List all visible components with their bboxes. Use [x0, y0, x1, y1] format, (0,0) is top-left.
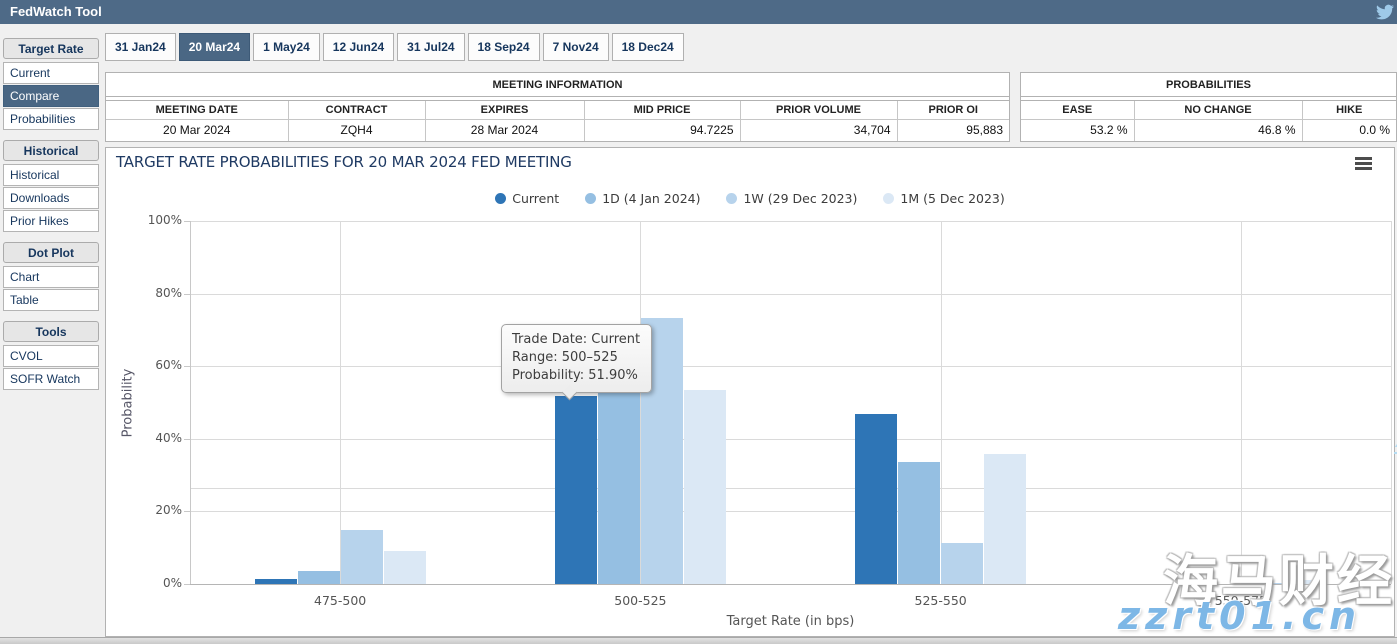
sidebar-section-tools: Tools	[3, 321, 99, 342]
meeting-information-title: MEETING INFORMATION	[106, 73, 1009, 97]
y-axis-tick-label: 20%	[138, 503, 182, 517]
col-hike: HIKE	[1302, 101, 1396, 120]
col-mid-price: MID PRICE	[584, 101, 740, 120]
gridline-horizontal	[190, 221, 1391, 222]
sidebar-item-cvol[interactable]: CVOL	[3, 345, 99, 367]
bar-1d-4-jan-2024-525-550[interactable]	[898, 462, 940, 584]
bar-1d-4-jan-2024-475-500[interactable]	[298, 571, 340, 584]
y-axis-tick-label: 40%	[138, 431, 182, 445]
tab-31-jan24[interactable]: 31 Jan24	[105, 33, 176, 61]
gridline-vertical	[1241, 221, 1242, 584]
sidebar-item-downloads[interactable]: Downloads	[3, 187, 99, 209]
gridline-horizontal	[190, 366, 1391, 367]
expires-value: 28 Mar 2024	[425, 120, 584, 141]
tab-7-nov24[interactable]: 7 Nov24	[543, 33, 609, 61]
tooltip-range: Range: 500–525	[512, 349, 640, 367]
col-meeting-date: MEETING DATE	[106, 101, 288, 120]
plot-right-border	[1391, 221, 1392, 584]
col-ease: EASE	[1021, 101, 1134, 120]
col-prior-volume: PRIOR VOLUME	[740, 101, 897, 120]
gridline-horizontal	[190, 511, 1391, 512]
bar-current-525-550[interactable]	[855, 414, 897, 584]
sidebar-section-dot-plot: Dot Plot	[3, 242, 99, 263]
tab-31-jul24[interactable]: 31 Jul24	[397, 33, 464, 61]
col-no-change: NO CHANGE	[1134, 101, 1302, 120]
y-axis-tick-label: 80%	[138, 286, 182, 300]
y-axis-title: Probability	[121, 368, 136, 437]
sidebar-item-table[interactable]: Table	[3, 289, 99, 311]
gridline-horizontal	[190, 439, 1391, 440]
x-axis-title: Target Rate (in bps)	[691, 614, 891, 629]
bar-1w-29-dec-2023-475-500[interactable]	[341, 530, 383, 584]
sidebar-section-target-rate: Target Rate	[3, 38, 99, 59]
tab-1-may24[interactable]: 1 May24	[253, 33, 320, 61]
sidebar-item-prior-hikes[interactable]: Prior Hikes	[3, 210, 99, 232]
bar-1w-29-dec-2023-525-550[interactable]	[941, 543, 983, 584]
sidebar-item-current[interactable]: Current	[3, 62, 99, 84]
x-axis-category-label: 475-500	[280, 593, 400, 608]
sidebar-item-historical[interactable]: Historical	[3, 164, 99, 186]
gridline-horizontal-extra	[190, 488, 1391, 489]
probabilities-panel: PROBABILITIES EASE NO CHANGE HIKE 53.2 %…	[1020, 72, 1397, 142]
chart-tooltip: Trade Date: Current Range: 500–525 Proba…	[501, 324, 652, 393]
site-url-watermark: zzrt01.cn	[1118, 594, 1361, 638]
sidebar-item-probabilities[interactable]: Probabilities	[3, 108, 99, 130]
meeting-information-panel: MEETING INFORMATION MEETING DATE CONTRAC…	[105, 72, 1010, 142]
probabilities-title: PROBABILITIES	[1021, 73, 1396, 97]
tooltip-probability: Probability: 51.90%	[512, 367, 640, 385]
date-tabs: 31 Jan2420 Mar241 May2412 Jun2431 Jul241…	[105, 33, 684, 61]
sidebar-section-historical: Historical	[3, 140, 99, 161]
prior-volume-value: 34,704	[740, 120, 897, 141]
y-axis-tick-label: 100%	[138, 213, 182, 227]
sidebar-item-compare[interactable]: Compare	[3, 85, 99, 107]
ease-value: 53.2 %	[1021, 120, 1134, 141]
col-prior-oi: PRIOR OI	[897, 101, 1009, 120]
bar-1m-5-dec-2023-525-550[interactable]	[984, 454, 1026, 584]
sidebar-item-sofr-watch[interactable]: SOFR Watch	[3, 368, 99, 390]
tab-12-jun24[interactable]: 12 Jun24	[323, 33, 394, 61]
sidebar: Target Rate CurrentCompareProbabilities Hi…	[3, 38, 99, 391]
col-contract: CONTRACT	[288, 101, 425, 120]
probabilities-table: EASE NO CHANGE HIKE 53.2 % 46.8 % 0.0 %	[1021, 101, 1396, 141]
col-expires: EXPIRES	[425, 101, 584, 120]
tooltip-trade-date: Trade Date: Current	[512, 331, 640, 349]
app-title: FedWatch Tool	[10, 4, 102, 19]
bar-current-475-500[interactable]	[255, 579, 297, 584]
bar-1d-4-jan-2024-500-525[interactable]	[598, 391, 640, 584]
bottom-scroll-strip[interactable]	[0, 637, 1397, 644]
tab-18-dec24[interactable]: 18 Dec24	[612, 33, 684, 61]
tab-20-mar24[interactable]: 20 Mar24	[179, 33, 250, 61]
prior-oi-value: 95,883	[897, 120, 1009, 141]
bar-current-500-525[interactable]	[555, 396, 597, 584]
contract-value: ZQH4	[288, 120, 425, 141]
x-axis-category-label: 525-550	[881, 593, 1001, 608]
tab-18-sep24[interactable]: 18 Sep24	[468, 33, 540, 61]
app-title-bar: FedWatch Tool	[0, 0, 1397, 24]
y-axis-tick-label: 0%	[138, 576, 182, 590]
bar-1m-5-dec-2023-475-500[interactable]	[384, 551, 426, 584]
hike-value: 0.0 %	[1302, 120, 1396, 141]
y-axis-line	[190, 221, 191, 584]
gridline-vertical	[941, 221, 942, 584]
meeting-information-table: MEETING DATE CONTRACT EXPIRES MID PRICE …	[106, 101, 1009, 141]
meeting-date-value: 20 Mar 2024	[106, 120, 288, 141]
bird-icon[interactable]	[1375, 3, 1395, 21]
y-axis-tick-label: 60%	[138, 358, 182, 372]
mid-price-value: 94.7225	[584, 120, 740, 141]
sidebar-item-chart[interactable]: Chart	[3, 266, 99, 288]
x-axis-category-label: 500-525	[580, 593, 700, 608]
gridline-horizontal	[190, 294, 1391, 295]
bar-1m-5-dec-2023-500-525[interactable]	[684, 390, 726, 584]
no-change-value: 46.8 %	[1134, 120, 1302, 141]
